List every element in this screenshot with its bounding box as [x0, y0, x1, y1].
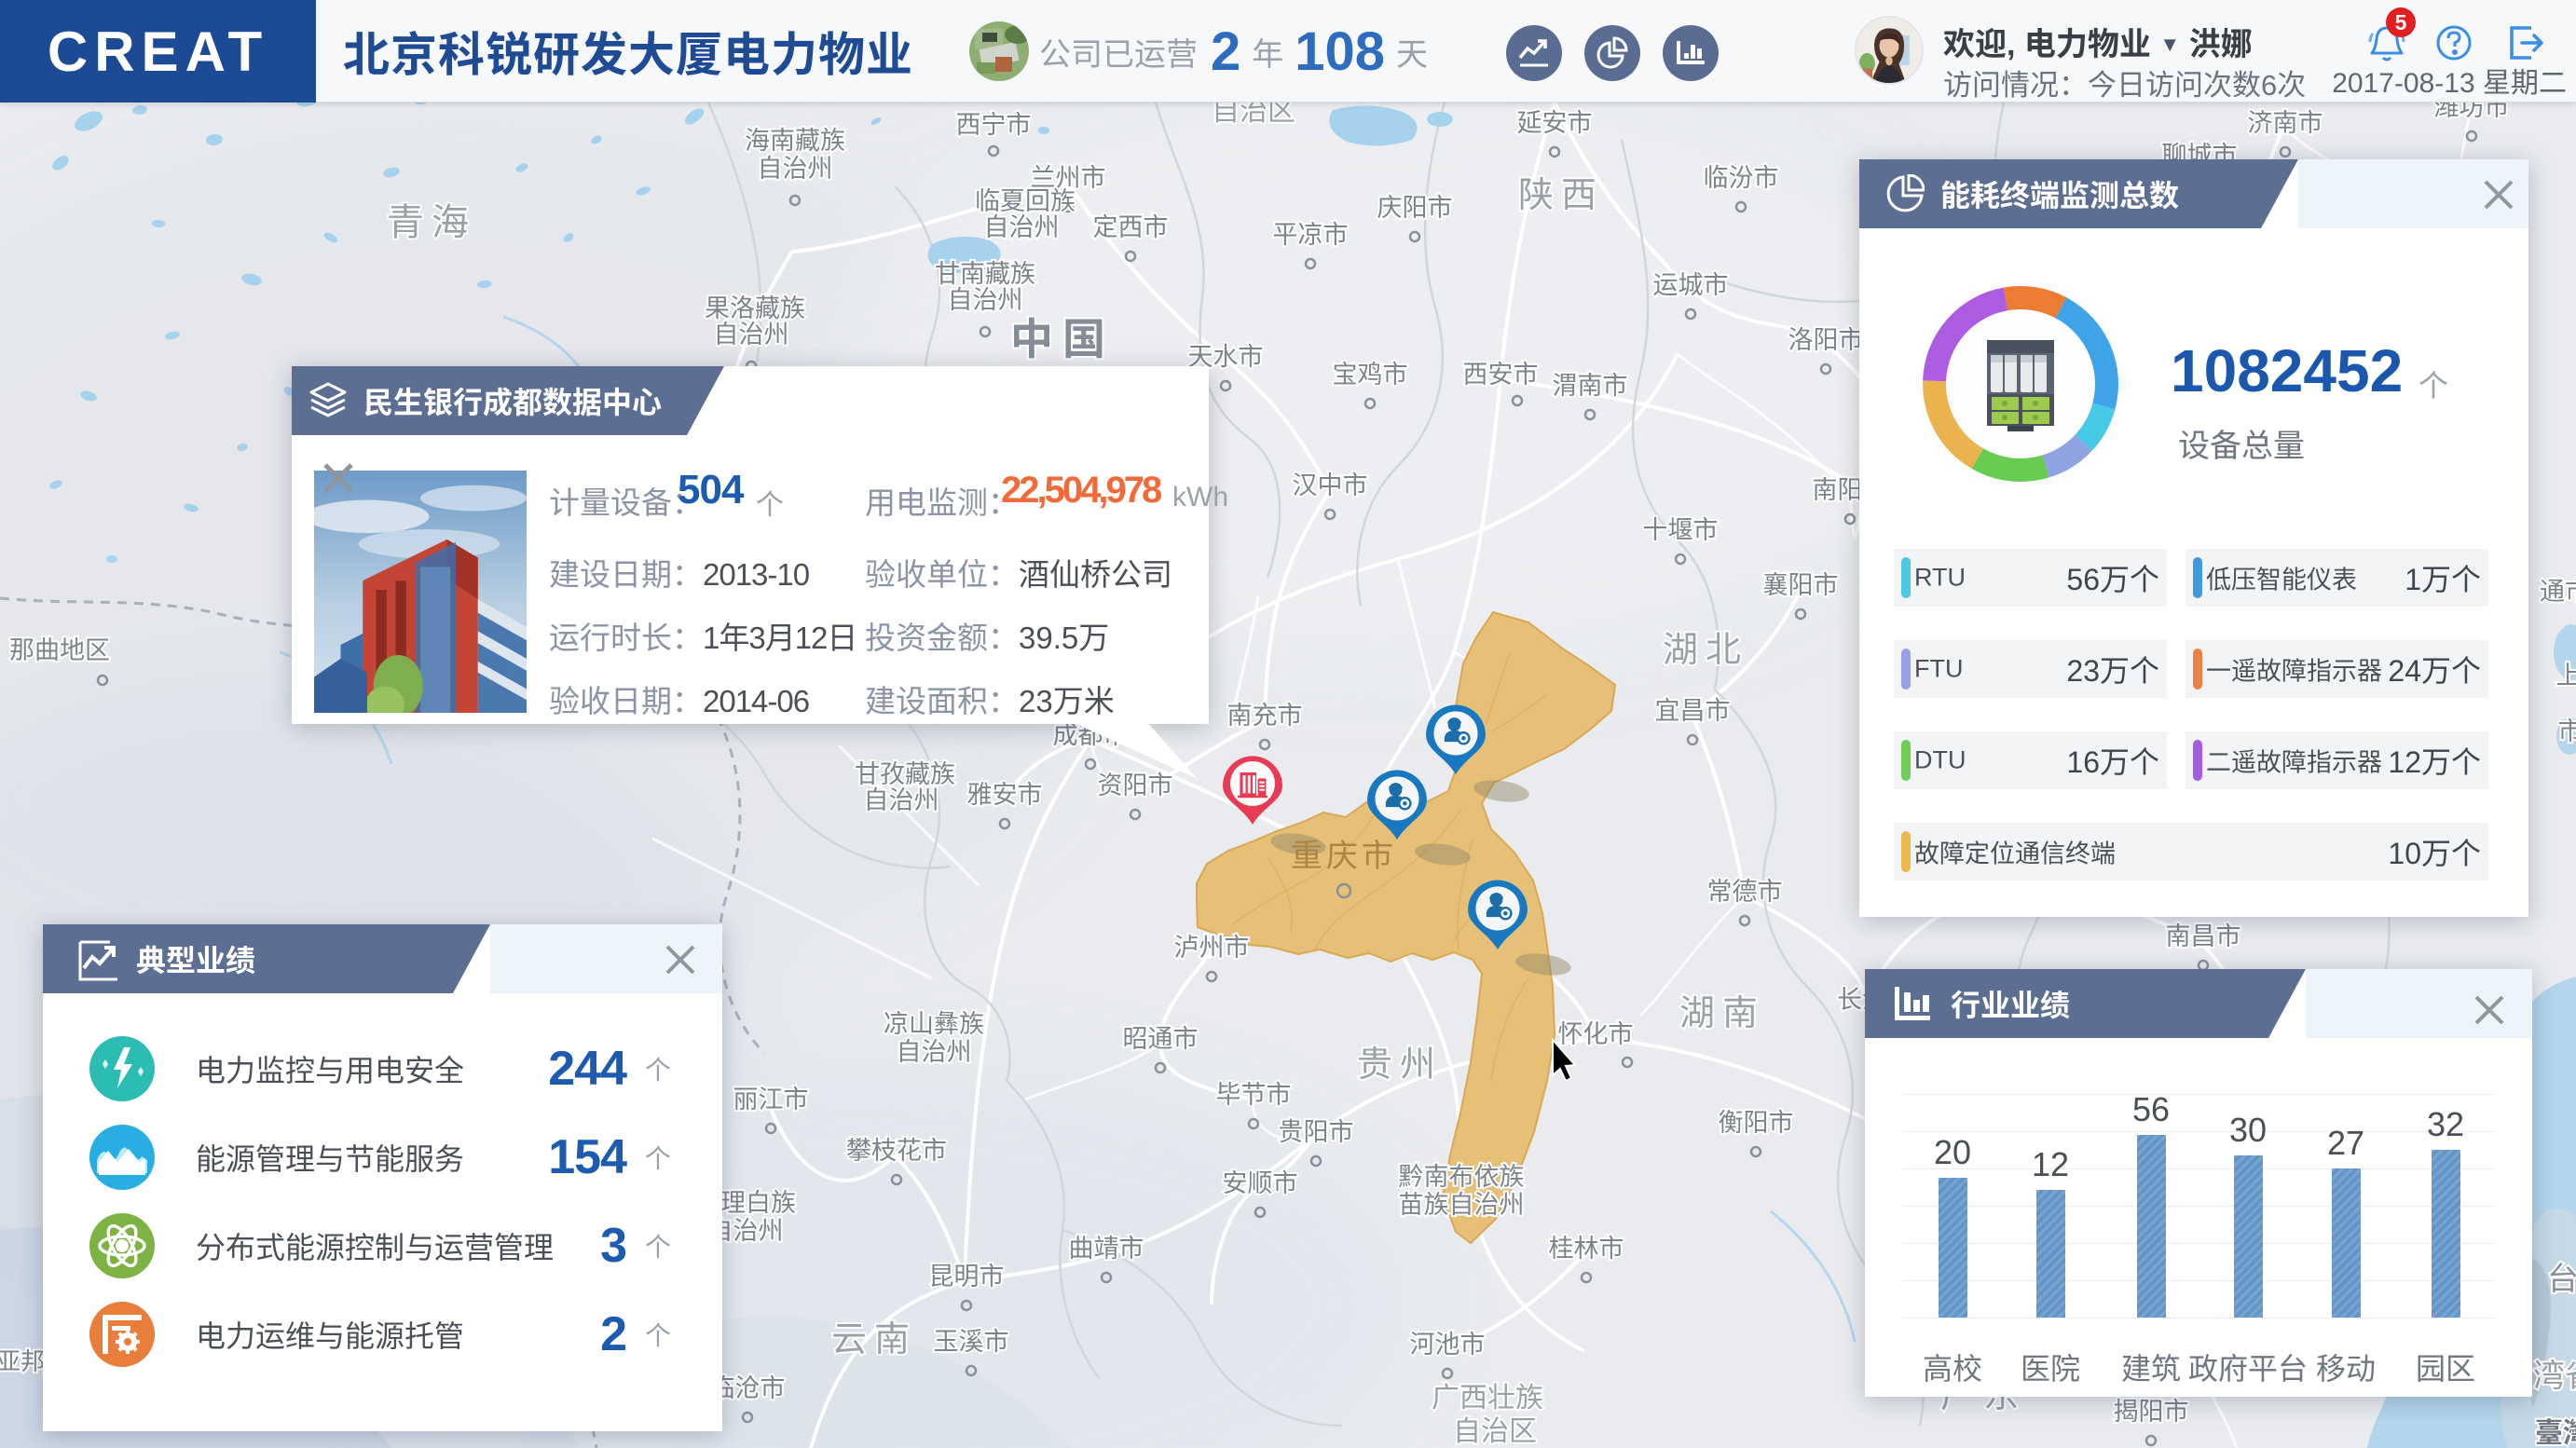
svg-text:那曲地区: 那曲地区 — [9, 636, 110, 664]
svg-text:曲靖市: 曲靖市 — [1069, 1235, 1144, 1263]
svg-text:泸州市: 泸州市 — [1174, 934, 1250, 962]
svg-text:中国: 中国 — [1010, 315, 1115, 363]
svg-text:贵阳市: 贵阳市 — [1279, 1118, 1354, 1146]
svg-text:苗族自治州: 苗族自治州 — [1399, 1191, 1525, 1219]
svg-text:自治州: 自治州 — [897, 1038, 972, 1066]
svg-text:河池市: 河池市 — [1410, 1331, 1486, 1359]
svg-text:衡阳市: 衡阳市 — [1719, 1109, 1794, 1137]
svg-text:汉中市: 汉中市 — [1293, 471, 1368, 499]
svg-text:怀化市: 怀化市 — [1558, 1020, 1634, 1048]
svg-text:广西壮族: 广西壮族 — [1432, 1383, 1543, 1414]
svg-text:揭阳市: 揭阳市 — [2114, 1398, 2189, 1426]
svg-text:定西市: 定西市 — [1093, 213, 1169, 241]
svg-text:臺灣: 臺灣 — [2535, 1418, 2576, 1448]
svg-text:市: 市 — [2558, 717, 2576, 745]
svg-text:亚邦: 亚邦 — [0, 1347, 45, 1375]
svg-text:玉溪市: 玉溪市 — [934, 1328, 1009, 1356]
svg-text:丽江市: 丽江市 — [733, 1086, 809, 1113]
svg-text:湖南: 湖南 — [1679, 994, 1765, 1033]
svg-text:洛阳市: 洛阳市 — [1788, 326, 1864, 354]
svg-text:宜昌市: 宜昌市 — [1655, 697, 1731, 725]
svg-text:南昌市: 南昌市 — [2166, 922, 2241, 950]
svg-text:济南市: 济南市 — [2248, 109, 2323, 137]
svg-text:桂林市: 桂林市 — [1549, 1235, 1624, 1263]
svg-text:自治州: 自治州 — [864, 786, 939, 814]
svg-text:重庆市: 重庆市 — [1291, 839, 1397, 874]
svg-text:十堰市: 十堰市 — [1643, 516, 1719, 544]
svg-text:攀枝花市: 攀枝花市 — [846, 1137, 947, 1165]
svg-text:甘孜藏族: 甘孜藏族 — [855, 760, 955, 788]
svg-text:湾省: 湾省 — [2533, 1359, 2576, 1394]
svg-text:果洛藏族: 果洛藏族 — [705, 294, 805, 322]
svg-text:安顺市: 安顺市 — [1223, 1169, 1298, 1197]
svg-text:临汾市: 临汾市 — [1704, 164, 1779, 192]
svg-text:雅安市: 雅安市 — [967, 781, 1043, 809]
svg-text:甘南藏族: 甘南藏族 — [935, 260, 1035, 288]
svg-text:凉山彝族: 凉山彝族 — [884, 1010, 984, 1038]
svg-text:庆阳市: 庆阳市 — [1377, 194, 1453, 222]
svg-text:陕西: 陕西 — [1518, 176, 1604, 215]
svg-text:平凉市: 平凉市 — [1273, 221, 1349, 249]
svg-text:自治区: 自治区 — [1453, 1416, 1537, 1447]
svg-text:海南藏族: 海南藏族 — [745, 127, 845, 155]
svg-text:通市: 通市 — [2540, 578, 2576, 606]
svg-text:黔南布依族: 黔南布依族 — [1399, 1163, 1525, 1191]
svg-text:毕节市: 毕节市 — [1216, 1081, 1292, 1109]
svg-text:自治州: 自治州 — [984, 213, 1060, 241]
svg-text:自治州: 自治州 — [714, 321, 789, 348]
svg-text:自治州: 自治州 — [758, 155, 833, 183]
svg-text:贵州: 贵州 — [1357, 1045, 1443, 1085]
svg-text:上: 上 — [2556, 662, 2576, 690]
svg-text:青海: 青海 — [387, 202, 476, 243]
svg-text:渭南市: 渭南市 — [1553, 372, 1628, 400]
svg-text:运城市: 运城市 — [1653, 271, 1729, 299]
svg-text:湖北: 湖北 — [1663, 631, 1748, 670]
svg-text:云南: 云南 — [831, 1320, 917, 1359]
svg-text:宝鸡市: 宝鸡市 — [1333, 361, 1408, 389]
svg-text:延安市: 延安市 — [1517, 109, 1593, 137]
svg-text:西安市: 西安市 — [1463, 361, 1539, 389]
svg-text:常德市: 常德市 — [1707, 878, 1783, 906]
svg-text:南充市: 南充市 — [1227, 702, 1303, 730]
svg-text:昆明市: 昆明市 — [929, 1263, 1005, 1291]
svg-text:西宁市: 西宁市 — [956, 111, 1032, 139]
svg-text:自治州: 自治州 — [948, 286, 1023, 314]
svg-text:襄阳市: 襄阳市 — [1763, 571, 1839, 599]
svg-text:临夏回族: 临夏回族 — [975, 187, 1076, 215]
svg-text:台: 台 — [2547, 1262, 2576, 1297]
svg-text:昭通市: 昭通市 — [1123, 1025, 1199, 1053]
